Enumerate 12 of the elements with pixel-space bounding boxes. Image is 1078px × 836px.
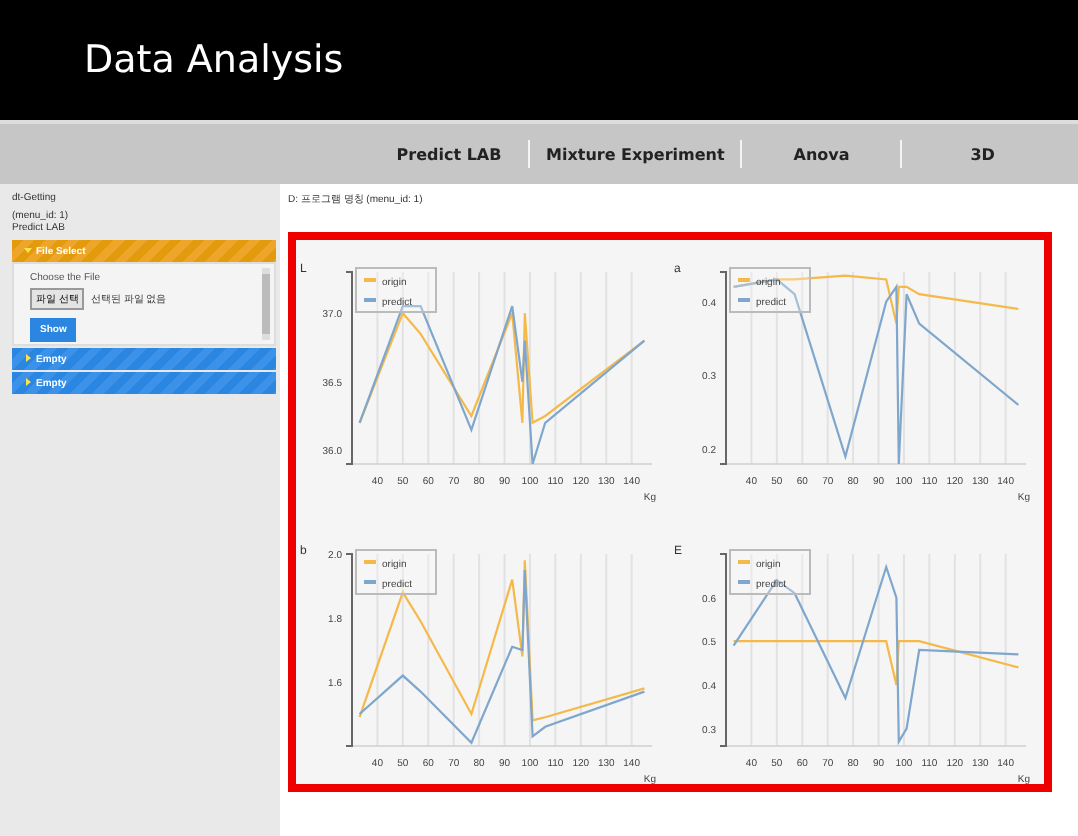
caret-icon <box>24 378 32 387</box>
legend-box <box>355 549 437 595</box>
scrollbar[interactable] <box>262 268 270 340</box>
legend-box <box>729 267 811 313</box>
nav-tab[interactable]: Anova <box>742 140 903 168</box>
caret-icon <box>24 354 32 363</box>
legend-box <box>729 549 811 595</box>
legend-box <box>355 267 437 313</box>
nav-tab[interactable]: 3D <box>902 140 1063 168</box>
app-title: Data Analysis <box>84 38 344 82</box>
nav-tab[interactable]: Mixture Experiment <box>530 140 743 168</box>
nav-tab[interactable]: Predict LAB <box>370 140 530 168</box>
